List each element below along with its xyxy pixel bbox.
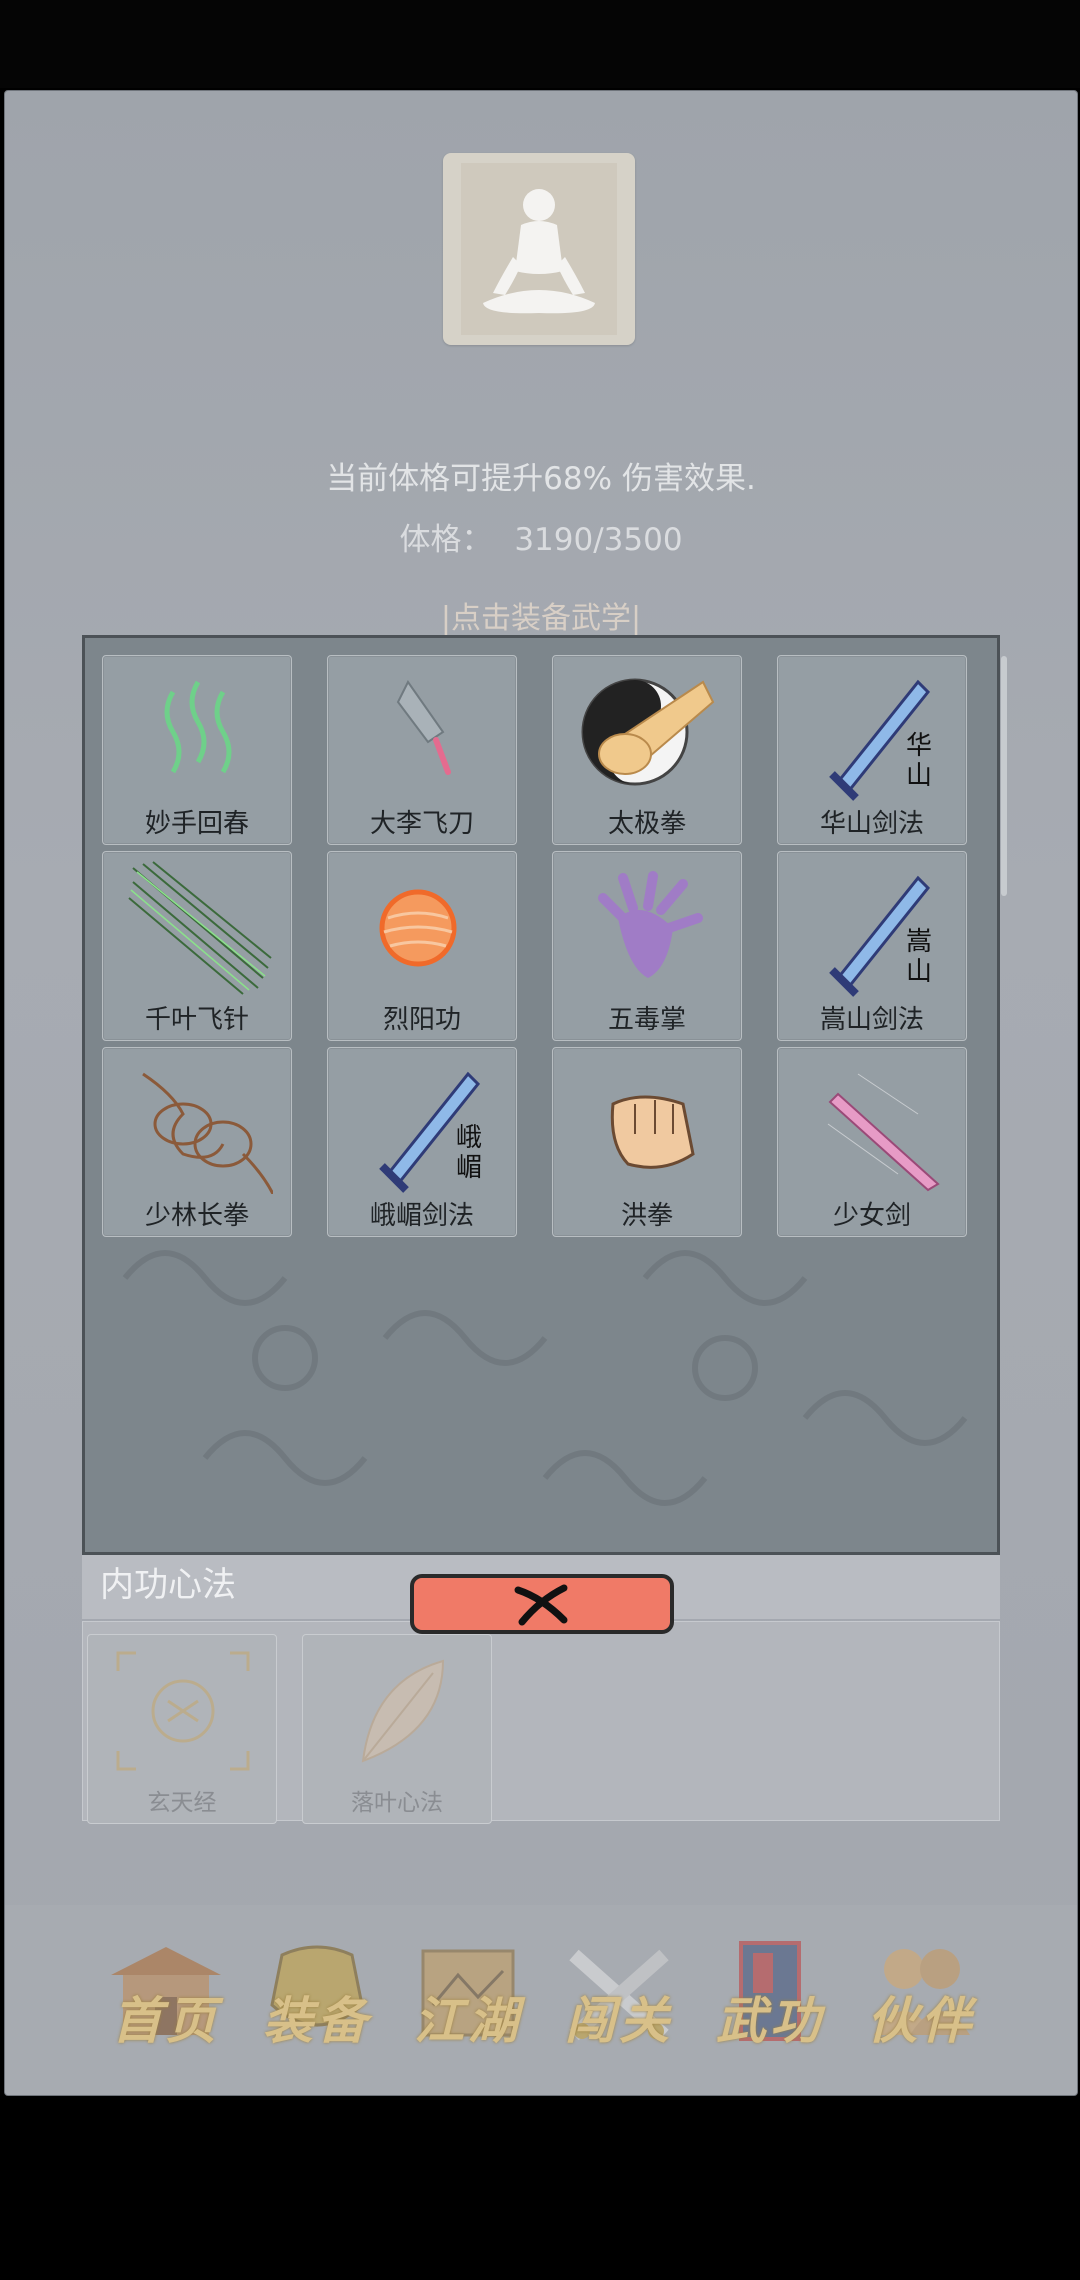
skill-card[interactable]: 五毒掌 (552, 851, 742, 1041)
flying-knife-icon (396, 680, 451, 775)
nav-item[interactable]: 闯关 (544, 1915, 694, 2085)
leaf-icon (361, 1659, 445, 1763)
nav-item[interactable]: 装备 (242, 1915, 392, 2085)
neigong-label: 玄天经 (147, 1790, 217, 1816)
neigong-panel: 玄天经 落叶心法 (82, 1621, 1000, 1824)
nav-item[interactable]: 首页 (91, 1915, 241, 2085)
meditating-figure-icon (461, 163, 617, 335)
svg-text:嵋: 嵋 (456, 1153, 482, 1183)
nav-label: 江湖 (414, 1991, 522, 2050)
neigong-item-xuantian[interactable]: 玄天经 (87, 1634, 277, 1824)
neigong-label: 落叶心法 (351, 1790, 443, 1816)
svg-text:山: 山 (906, 761, 932, 791)
skill-label: 华山剑法 (819, 809, 924, 839)
constitution-label: 体格： (399, 522, 493, 558)
skill-label: 妙手回春 (144, 809, 249, 839)
skill-card[interactable]: 少林长拳 (102, 1047, 292, 1237)
skill-label: 太极拳 (607, 809, 686, 839)
skill-card[interactable]: 少女剑 (777, 1047, 967, 1237)
nav-item[interactable]: 伙伴 (846, 1915, 996, 2085)
system-nav-bar (0, 2096, 1080, 2280)
shaolin-fists-icon (142, 1072, 273, 1194)
skill-grid: 妙手回春 大李飞刀 太极拳华山华山剑法 千叶飞针 烈阳功 五毒掌嵩山嵩山剑法 少林长拳峨嵋峨… (102, 655, 967, 1237)
skill-label: 峨嵋剑法 (369, 1201, 474, 1231)
skill-card[interactable]: 千叶飞针 (102, 851, 292, 1041)
skill-label: 少林长拳 (144, 1201, 249, 1231)
skill-card[interactable]: 大李飞刀 (327, 655, 517, 845)
skill-label: 烈阳功 (382, 1005, 461, 1035)
nav-label: 首页 (112, 1991, 220, 2050)
nav-item[interactable]: 武功 (695, 1915, 845, 2085)
skill-card[interactable]: 妙手回春 (102, 655, 292, 845)
status-bar (0, 0, 1080, 88)
skill-card[interactable]: 华山华山剑法 (777, 655, 967, 845)
skill-card[interactable]: 峨嵋峨嵋剑法 (327, 1047, 517, 1237)
fist-icon (610, 1095, 695, 1169)
close-icon (514, 1584, 568, 1626)
pink-sword-icon (827, 1073, 940, 1192)
xuantian-scroll-icon (116, 1651, 250, 1771)
svg-text:山: 山 (906, 957, 932, 987)
nav-label: 武功 (716, 1991, 824, 2050)
close-button[interactable] (410, 1574, 674, 1634)
skill-label: 嵩山剑法 (819, 1005, 924, 1035)
skill-card[interactable]: 洪拳 (552, 1047, 742, 1237)
skill-label: 大李飞刀 (369, 809, 474, 839)
skill-label: 少女剑 (832, 1201, 911, 1231)
songshan-sword-icon: 嵩山 (829, 875, 932, 997)
constitution-bonus-text: 当前体格可提升68% 伤害效果. (326, 461, 756, 497)
skills-scrollbar[interactable] (1001, 656, 1007, 896)
nav-label: 伙伴 (867, 1991, 975, 2050)
neigong-item-luoye[interactable]: 落叶心法 (302, 1634, 492, 1824)
skills-panel: 妙手回春 大李飞刀 太极拳华山华山剑法 千叶飞针 烈阳功 五毒掌嵩山嵩山剑法 少林长拳峨嵋峨… (82, 635, 1000, 1555)
nav-label: 闯关 (565, 1991, 673, 2050)
constitution-stat: 体格： 3190/3500 (5, 514, 1077, 559)
taiji-fist-icon (581, 678, 715, 786)
flying-needles-icon (128, 861, 272, 995)
huashan-sword-icon: 华山 (829, 679, 932, 801)
martial-arts-screen: 当前体格可提升68% 伤害效果. 体格： 3190/3500 |点击装备武学| … (4, 90, 1078, 2096)
green-wisps-icon (164, 680, 232, 774)
svg-text:华: 华 (906, 731, 932, 761)
skill-label: 洪拳 (620, 1201, 673, 1231)
meditation-avatar (443, 153, 635, 345)
cloud-ornament (122, 1250, 968, 1506)
constitution-value: 3190/3500 (514, 522, 683, 558)
nav-label: 装备 (263, 1991, 371, 2050)
svg-text:嵩: 嵩 (906, 927, 932, 957)
equip-martial-link[interactable]: |点击装备武学| (5, 593, 1077, 637)
skill-label: 五毒掌 (607, 1005, 686, 1035)
skill-card[interactable]: 烈阳功 (327, 851, 517, 1041)
svg-text:峨: 峨 (456, 1123, 482, 1153)
nav-item[interactable]: 江湖 (393, 1915, 543, 2085)
skill-label: 千叶飞针 (144, 1005, 249, 1035)
skill-card[interactable]: 嵩山嵩山剑法 (777, 851, 967, 1041)
skill-card[interactable]: 太极拳 (552, 655, 742, 845)
bottom-navigation: 首页 装备 江湖 闯关 武功 伙伴 (5, 1905, 1077, 2095)
emei-sword-icon: 峨嵋 (379, 1071, 482, 1193)
poison-palm-icon (598, 871, 703, 978)
sun-orb-icon (379, 889, 457, 967)
